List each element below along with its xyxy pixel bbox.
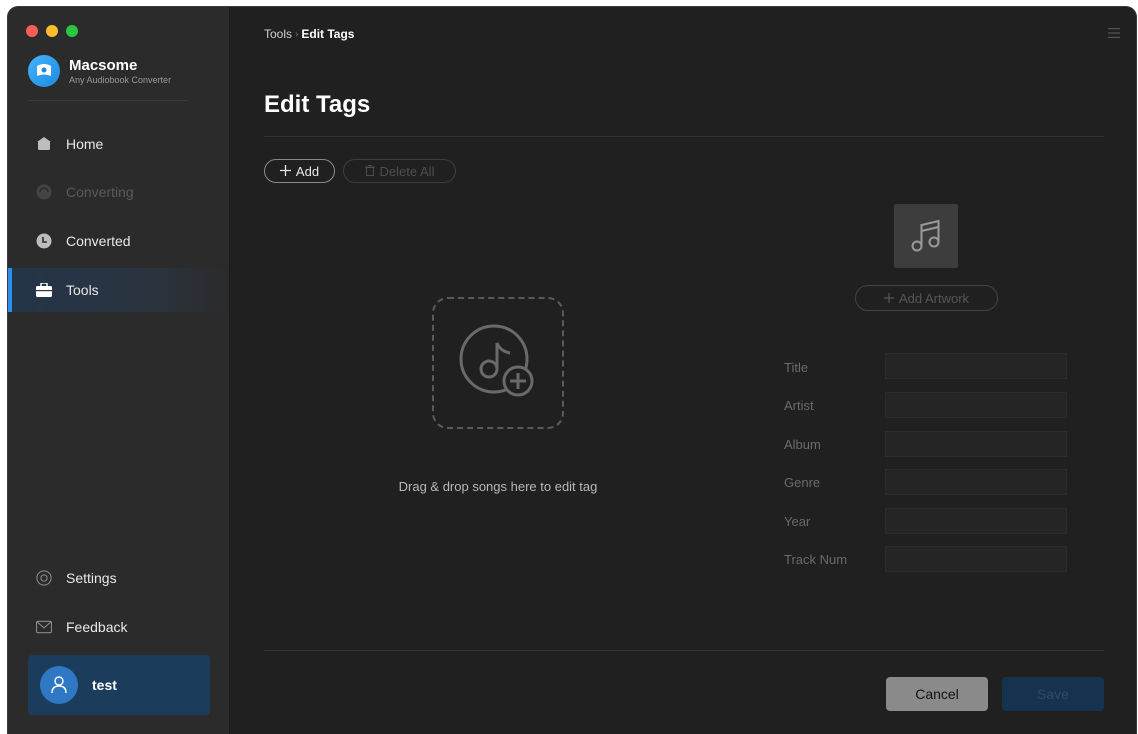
drop-hint: Drag & drop songs here to edit tag xyxy=(398,479,598,494)
year-field[interactable] xyxy=(885,508,1067,534)
delete-all-label: Delete All xyxy=(379,163,435,179)
app-subtitle: Any Audiobook Converter xyxy=(69,74,172,85)
home-icon xyxy=(36,136,52,152)
breadcrumb: Tools › Edit Tags xyxy=(264,27,354,41)
add-button-label: Add xyxy=(295,163,320,179)
sidebar-item-converting[interactable]: Converting xyxy=(8,170,229,214)
sidebar-item-converted[interactable]: Converted xyxy=(8,219,229,263)
sidebar: Macsome Any Audiobook Converter Home Con… xyxy=(8,7,230,734)
delete-all-button[interactable]: Delete All xyxy=(343,159,456,183)
add-artwork-button[interactable]: Add Artwork xyxy=(855,285,998,311)
menu-icon[interactable] xyxy=(1108,25,1120,43)
user-name: test xyxy=(92,677,117,693)
add-artwork-label: Add Artwork xyxy=(898,290,970,306)
close-window-button[interactable] xyxy=(26,25,38,37)
converting-icon xyxy=(36,184,52,200)
avatar xyxy=(40,666,78,704)
toolbox-icon xyxy=(36,282,52,298)
plus-icon xyxy=(883,291,894,306)
album-field[interactable] xyxy=(885,431,1067,457)
add-button[interactable]: Add xyxy=(264,159,335,183)
music-note-icon xyxy=(911,219,940,252)
clock-icon xyxy=(36,233,52,249)
genre-field[interactable] xyxy=(885,469,1067,495)
title-field[interactable] xyxy=(885,353,1067,379)
plus-icon xyxy=(279,164,291,179)
brand-divider xyxy=(28,100,188,101)
sidebar-item-home[interactable]: Home xyxy=(8,122,229,166)
window-controls xyxy=(26,25,78,37)
field-label-album: Album xyxy=(784,437,821,452)
app-logo-icon xyxy=(28,55,60,87)
artist-field[interactable] xyxy=(885,392,1067,418)
track-num-field[interactable] xyxy=(885,546,1067,572)
sidebar-item-label: Feedback xyxy=(66,619,128,635)
gear-icon xyxy=(36,570,52,586)
user-card[interactable]: test xyxy=(28,655,210,715)
cancel-button[interactable]: Cancel xyxy=(886,677,988,711)
sidebar-item-label: Converted xyxy=(66,233,131,249)
drop-zone[interactable] xyxy=(432,297,564,429)
field-label-track-num: Track Num xyxy=(784,552,848,567)
field-label-artist: Artist xyxy=(784,398,814,413)
brand: Macsome Any Audiobook Converter xyxy=(28,55,171,87)
save-button[interactable]: Save xyxy=(1002,677,1104,711)
zoom-window-button[interactable] xyxy=(66,25,78,37)
sidebar-item-label: Converting xyxy=(66,184,134,200)
artwork-placeholder xyxy=(894,204,958,268)
field-label-title: Title xyxy=(784,360,809,375)
breadcrumb-parent[interactable]: Tools xyxy=(264,27,292,41)
app-window: Macsome Any Audiobook Converter Home Con… xyxy=(8,7,1136,734)
field-label-year: Year xyxy=(784,514,811,529)
trash-icon xyxy=(364,164,375,179)
sidebar-item-label: Settings xyxy=(66,570,117,586)
title-divider xyxy=(264,136,1104,137)
sidebar-item-feedback[interactable]: Feedback xyxy=(8,605,229,649)
minimize-window-button[interactable] xyxy=(46,25,58,37)
add-music-icon xyxy=(459,324,534,397)
field-label-genre: Genre xyxy=(784,475,821,490)
app-name: Macsome xyxy=(69,56,138,74)
sidebar-item-tools[interactable]: Tools xyxy=(8,268,229,312)
bottom-divider xyxy=(264,650,1104,651)
sidebar-item-label: Home xyxy=(66,136,104,152)
sidebar-item-settings[interactable]: Settings xyxy=(8,556,229,600)
user-icon xyxy=(51,676,67,694)
breadcrumb-separator: › xyxy=(295,28,299,40)
sidebar-item-label: Tools xyxy=(66,282,99,298)
page-title: Edit Tags xyxy=(264,91,371,118)
breadcrumb-current: Edit Tags xyxy=(301,27,355,41)
mail-icon xyxy=(36,619,52,635)
